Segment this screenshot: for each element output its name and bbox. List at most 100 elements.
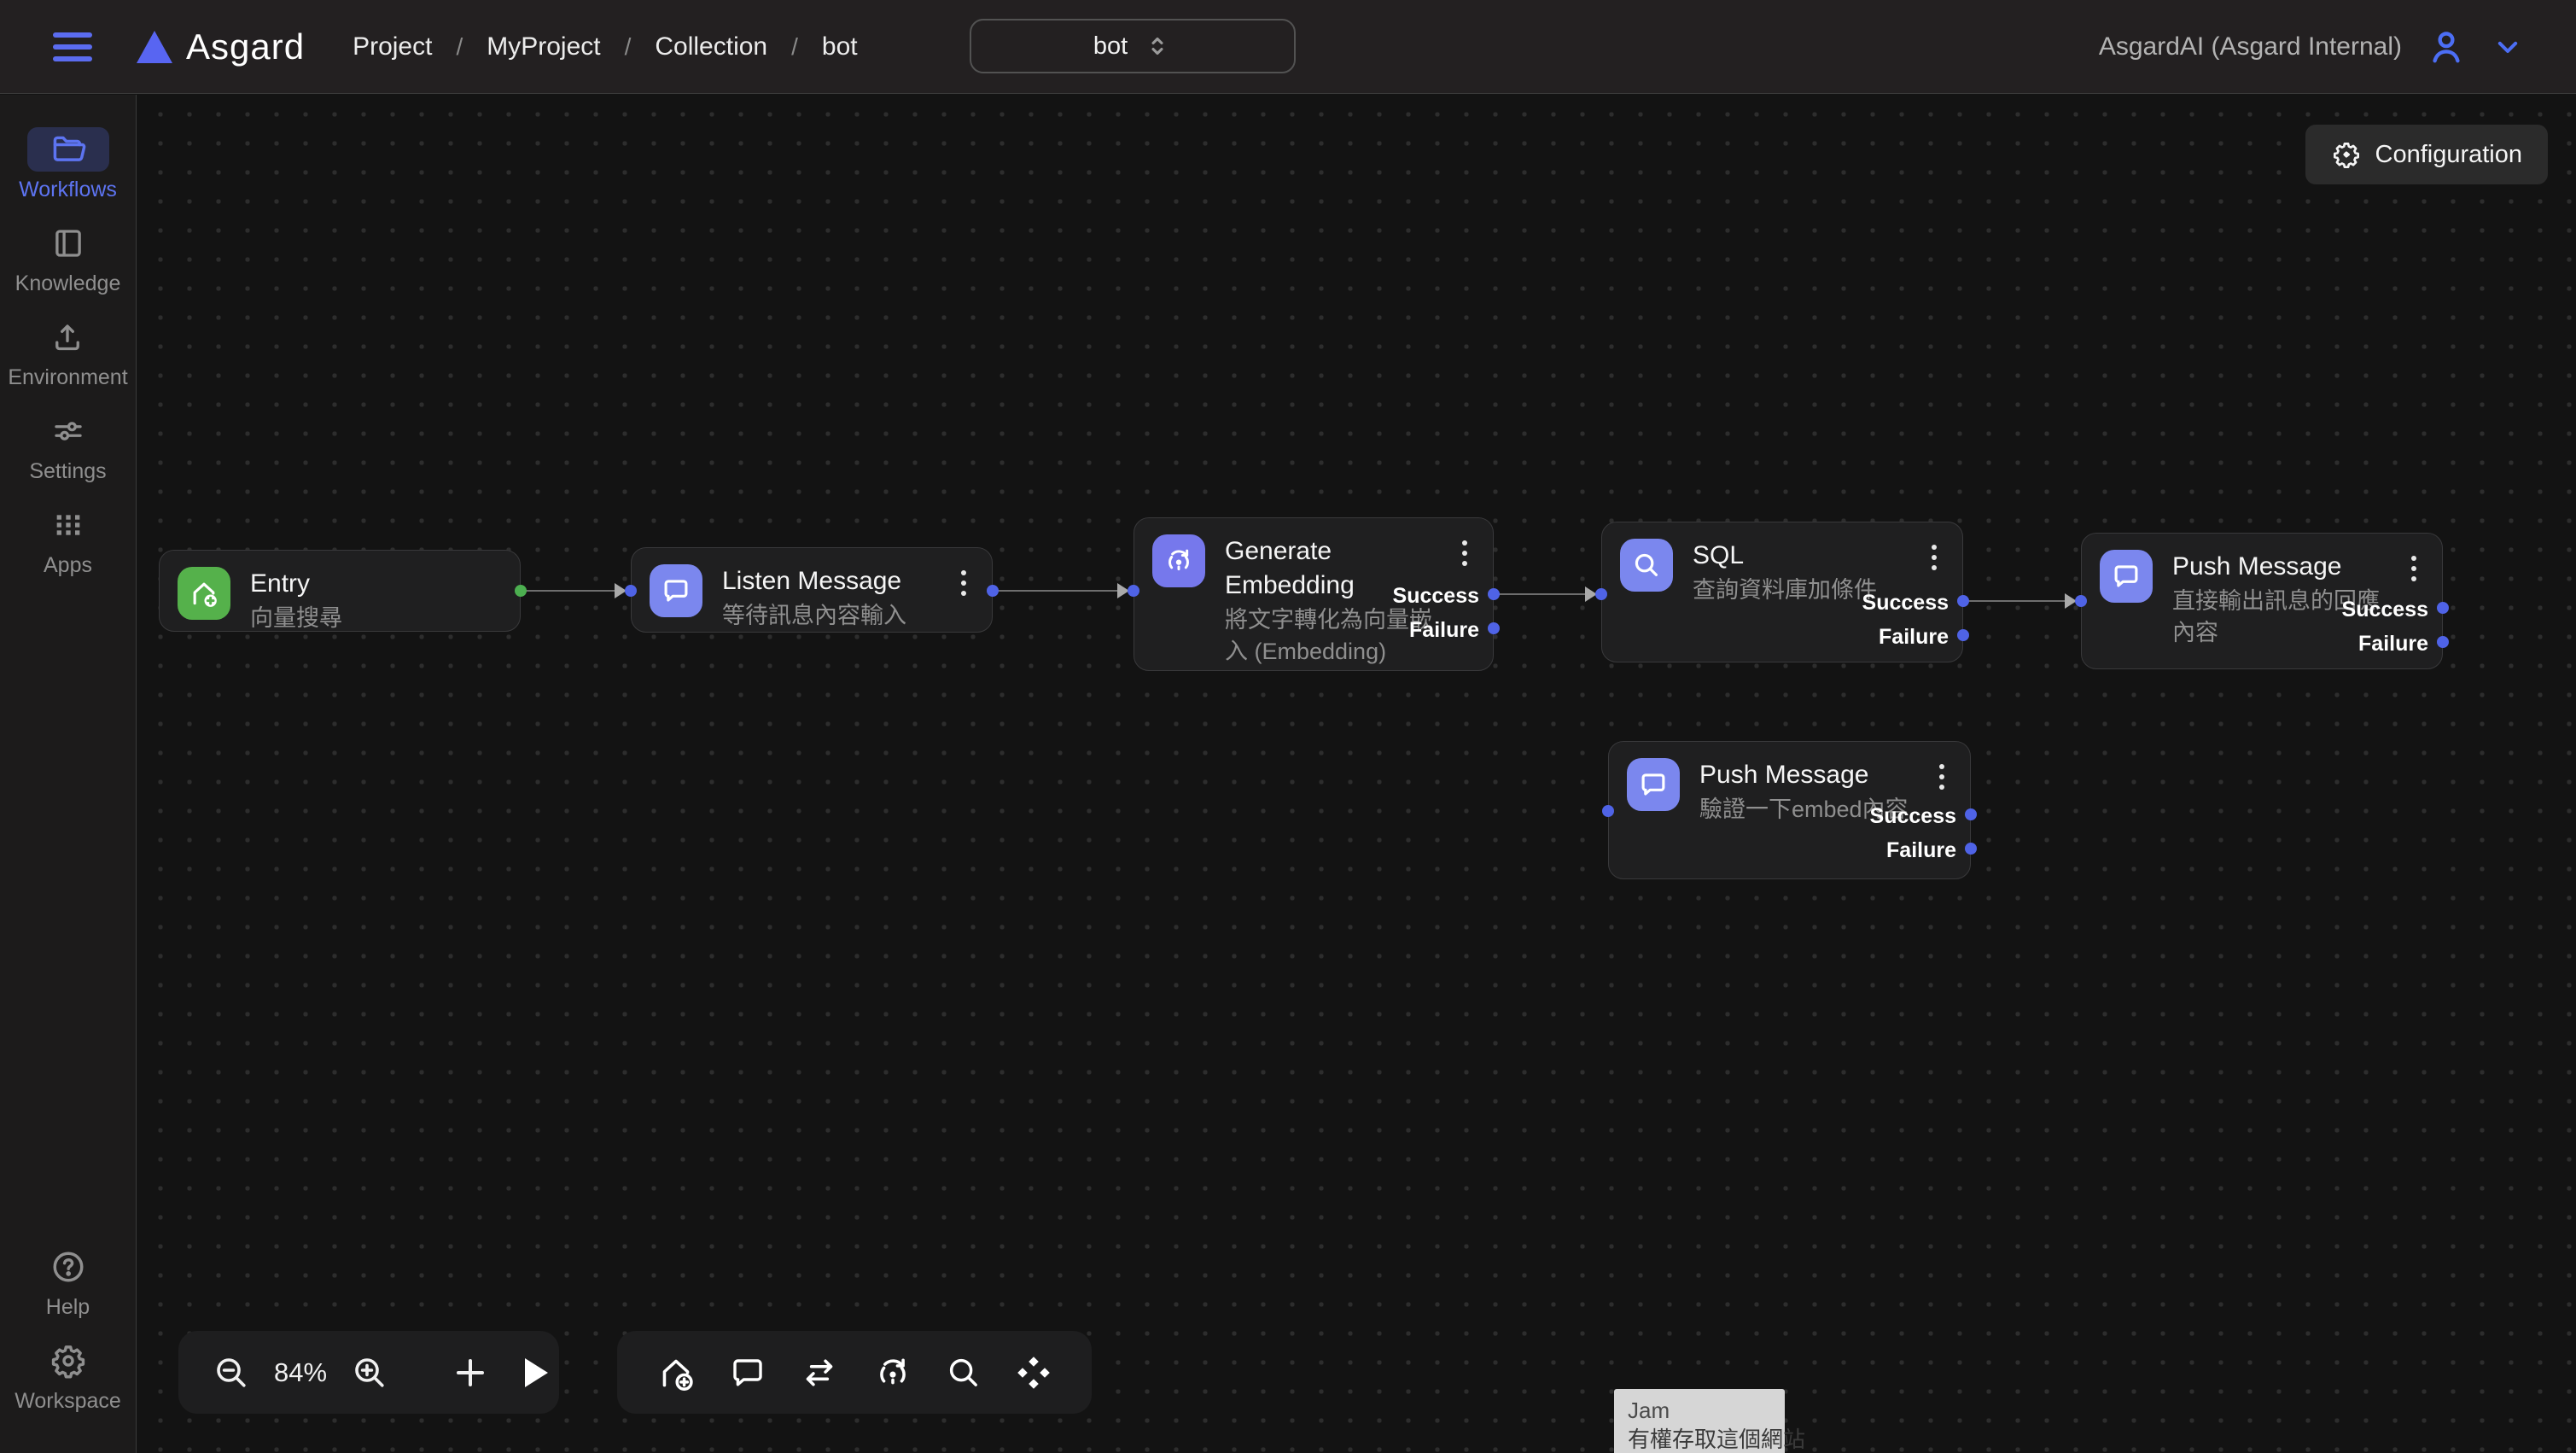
account-label: AsgardAI (Asgard Internal) bbox=[2099, 32, 2402, 61]
configuration-button[interactable]: Configuration bbox=[2305, 125, 2549, 184]
user-icon[interactable] bbox=[2424, 25, 2468, 69]
search-node-icon[interactable] bbox=[944, 1353, 983, 1392]
gear-icon bbox=[49, 1341, 88, 1380]
add-entry-node-icon[interactable] bbox=[655, 1351, 697, 1394]
port-entry-output[interactable] bbox=[515, 585, 527, 597]
chevron-down-icon[interactable] bbox=[2491, 30, 2525, 64]
node-menu-button[interactable] bbox=[2408, 552, 2420, 585]
breadcrumb-bot[interactable]: bot bbox=[822, 32, 858, 61]
node-title: Entry bbox=[250, 567, 479, 601]
cycle-dot-icon bbox=[1152, 534, 1205, 587]
node-menu-button[interactable] bbox=[1928, 541, 1940, 574]
chat-bubble-icon bbox=[1627, 758, 1680, 811]
output-label-success: Success bbox=[2342, 598, 2428, 621]
sidebar-label: Apps bbox=[44, 553, 92, 578]
menu-hamburger-icon[interactable] bbox=[53, 32, 92, 61]
zoom-in-button[interactable] bbox=[349, 1352, 390, 1393]
node-title: Listen Message bbox=[722, 564, 951, 598]
sliders-icon bbox=[50, 413, 86, 449]
output-label-success: Success bbox=[1393, 584, 1479, 608]
node-menu-button[interactable] bbox=[1936, 761, 1948, 793]
breadcrumb-collection[interactable]: Collection bbox=[655, 32, 767, 61]
sidebar-item-workspace[interactable]: Workspace bbox=[15, 1339, 121, 1414]
workflow-canvas[interactable]: Configuration Entry 向量搜尋 bbox=[137, 95, 2576, 1453]
sidebar-nav: Workflows Knowledge Environment Settings bbox=[0, 95, 137, 1453]
output-label-failure: Failure bbox=[1886, 838, 1956, 862]
port-generate-failure[interactable] bbox=[1488, 622, 1500, 634]
add-message-node-icon[interactable] bbox=[727, 1352, 768, 1393]
tooltip-title: Jam bbox=[1628, 1396, 1771, 1425]
port-push-direct-success[interactable] bbox=[2437, 602, 2449, 614]
breadcrumb-project[interactable]: Project bbox=[353, 32, 432, 61]
zoom-out-button[interactable] bbox=[211, 1352, 252, 1393]
sidebar-item-workflows[interactable]: Workflows bbox=[19, 127, 117, 202]
sidebar-footer: Help Workspace bbox=[15, 1245, 121, 1453]
sidebar-item-help[interactable]: Help bbox=[27, 1245, 109, 1320]
output-label-success: Success bbox=[1862, 591, 1949, 615]
port-push-direct-failure[interactable] bbox=[2437, 636, 2449, 648]
logo-triangle-icon bbox=[137, 31, 172, 63]
chat-bubble-icon bbox=[2100, 550, 2153, 603]
swap-arrows-icon[interactable] bbox=[798, 1351, 841, 1394]
extension-permission-tooltip: Jam 有權存取這個網站 bbox=[1614, 1389, 1785, 1453]
port-generate-success[interactable] bbox=[1488, 588, 1500, 600]
port-sql-success[interactable] bbox=[1957, 595, 1969, 607]
node-menu-button[interactable] bbox=[958, 567, 970, 599]
sidebar-label: Workflows bbox=[19, 178, 117, 202]
port-push-direct-input[interactable] bbox=[2075, 595, 2087, 607]
apps-grid-icon bbox=[51, 508, 85, 542]
folder-icon bbox=[50, 131, 87, 168]
node-generate-embedding[interactable]: Generate Embedding 將文字轉化為向量嵌入 (Embedding… bbox=[1134, 517, 1494, 671]
move-diamond-icon[interactable] bbox=[1013, 1352, 1054, 1393]
node-subtitle: 向量搜尋 bbox=[250, 603, 479, 634]
port-listen-input[interactable] bbox=[625, 585, 637, 597]
sidebar-label: Knowledge bbox=[15, 271, 121, 296]
add-button[interactable] bbox=[450, 1352, 491, 1393]
chevron-up-down-icon bbox=[1143, 32, 1172, 61]
breadcrumb-myproject[interactable]: MyProject bbox=[487, 32, 600, 61]
node-menu-button[interactable] bbox=[1459, 537, 1471, 569]
breadcrumb-separator: / bbox=[625, 33, 632, 61]
chat-bubble-icon bbox=[650, 564, 702, 617]
node-push-message-verify[interactable]: Push Message 驗證一下embed內容 Success Failure bbox=[1608, 741, 1971, 879]
upload-icon bbox=[50, 319, 85, 355]
configuration-label: Configuration bbox=[2375, 141, 2523, 169]
node-subtitle: 等待訊息內容輸入 bbox=[722, 600, 951, 632]
sidebar-label: Help bbox=[46, 1295, 90, 1320]
breadcrumb-separator: / bbox=[791, 33, 798, 61]
node-title: Push Message bbox=[1699, 758, 1928, 792]
port-sql-input[interactable] bbox=[1595, 588, 1607, 600]
edge-listen-to-generate bbox=[993, 590, 1134, 592]
node-push-message-direct[interactable]: Push Message 直接輸出訊息的回應內容 Success Failure bbox=[2081, 533, 2443, 669]
node-listen-message[interactable]: Listen Message 等待訊息內容輸入 bbox=[631, 547, 993, 633]
logo-text: Asgard bbox=[186, 26, 305, 67]
tooltip-message: 有權存取這個網站 bbox=[1628, 1425, 1771, 1453]
port-push-verify-failure[interactable] bbox=[1965, 843, 1977, 855]
app-logo[interactable]: Asgard bbox=[137, 26, 305, 67]
sidebar-item-environment[interactable]: Environment bbox=[8, 315, 127, 390]
gear-icon bbox=[2331, 139, 2362, 170]
help-icon bbox=[50, 1248, 87, 1286]
book-icon bbox=[50, 225, 86, 261]
port-sql-failure[interactable] bbox=[1957, 629, 1969, 641]
output-label-failure: Failure bbox=[1409, 618, 1479, 642]
zoom-level: 84% bbox=[274, 1357, 327, 1388]
port-listen-output[interactable] bbox=[987, 585, 999, 597]
port-push-verify-success[interactable] bbox=[1965, 808, 1977, 820]
generate-cycle-icon[interactable] bbox=[871, 1351, 914, 1394]
output-label-failure: Failure bbox=[2358, 632, 2428, 656]
port-generate-input[interactable] bbox=[1128, 585, 1139, 597]
node-sql[interactable]: SQL 查詢資料庫加條件 Success Failure bbox=[1601, 522, 1963, 662]
sidebar-item-settings[interactable]: Settings bbox=[27, 409, 109, 484]
node-entry[interactable]: Entry 向量搜尋 bbox=[159, 550, 521, 632]
workflow-selector-dropdown[interactable]: bot bbox=[970, 19, 1296, 73]
sidebar-item-knowledge[interactable]: Knowledge bbox=[15, 221, 121, 296]
top-bar: Asgard Project / MyProject / Collection … bbox=[0, 0, 2576, 94]
account-menu[interactable]: AsgardAI (Asgard Internal) bbox=[2099, 0, 2525, 94]
run-workflow-button[interactable] bbox=[525, 1358, 548, 1387]
port-push-verify-input[interactable] bbox=[1602, 805, 1614, 817]
sidebar-item-apps[interactable]: Apps bbox=[27, 503, 109, 578]
sidebar-label: Workspace bbox=[15, 1389, 121, 1414]
breadcrumb-separator: / bbox=[456, 33, 463, 61]
search-icon bbox=[1620, 539, 1673, 592]
